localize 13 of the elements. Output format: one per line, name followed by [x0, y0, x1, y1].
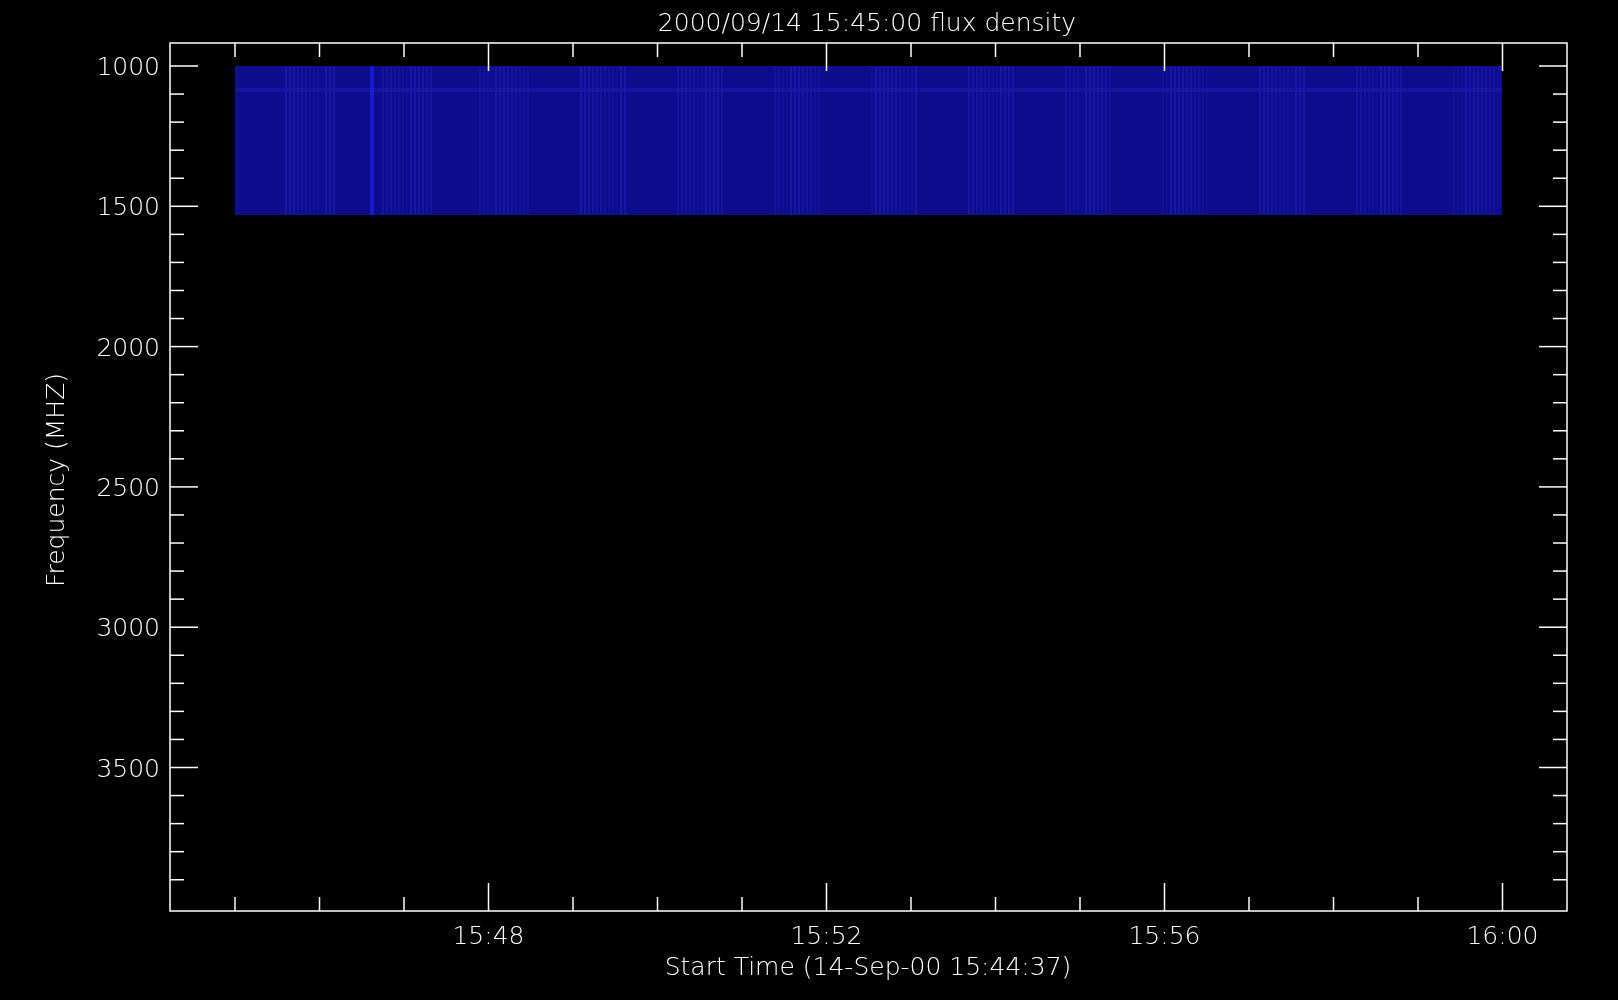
plot-title: 2000/09/14 15:45:00 flux density: [657, 8, 1077, 37]
y-tick-label: 2500: [96, 472, 160, 502]
x-tick-label: 16:00: [1466, 921, 1539, 950]
y-tick-label: 2000: [96, 332, 160, 362]
y-tick-label: 1500: [96, 192, 160, 222]
x-tick-label: 15:48: [452, 921, 525, 950]
x-axis-label: Start Time (14-Sep-00 15:44:37): [664, 952, 1072, 981]
x-tick-label: 15:56: [1128, 921, 1201, 950]
y-tick-label: 3000: [96, 613, 160, 643]
y-tick-label: 3500: [96, 753, 160, 783]
y-axis-label: Frequency (MHZ): [41, 372, 70, 588]
x-tick-label: 15:52: [790, 921, 863, 950]
y-tick-label: 1000: [96, 52, 160, 81]
